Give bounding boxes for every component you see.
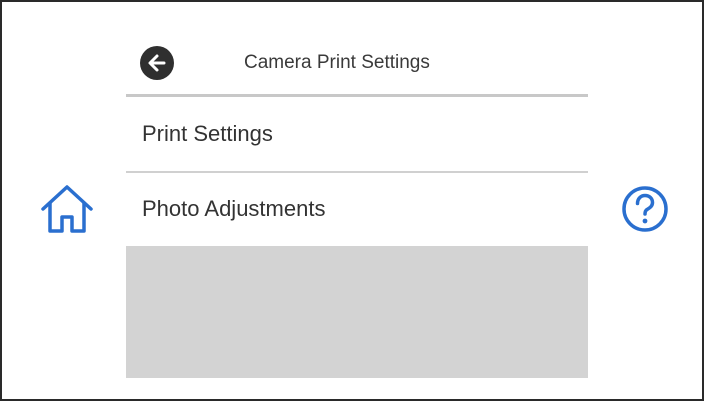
arrow-left-icon	[148, 54, 166, 72]
help-button[interactable]	[620, 184, 670, 234]
help-circle-icon	[622, 186, 668, 232]
header-divider	[126, 94, 588, 97]
back-button[interactable]	[140, 46, 174, 80]
empty-list-area	[126, 246, 588, 378]
printer-screen: Camera Print Settings Print Settings Pho…	[0, 0, 704, 401]
menu-divider	[126, 171, 588, 173]
menu-item-label: Photo Adjustments	[142, 196, 326, 221]
menu-item-label: Print Settings	[142, 121, 273, 146]
home-icon	[41, 185, 93, 233]
page-title: Camera Print Settings	[244, 52, 430, 73]
menu-item-print-settings[interactable]: Print Settings	[126, 99, 588, 169]
screen-header: Camera Print Settings	[126, 34, 588, 94]
menu-item-photo-adjustments[interactable]: Photo Adjustments	[126, 174, 588, 244]
home-button[interactable]	[38, 182, 96, 236]
